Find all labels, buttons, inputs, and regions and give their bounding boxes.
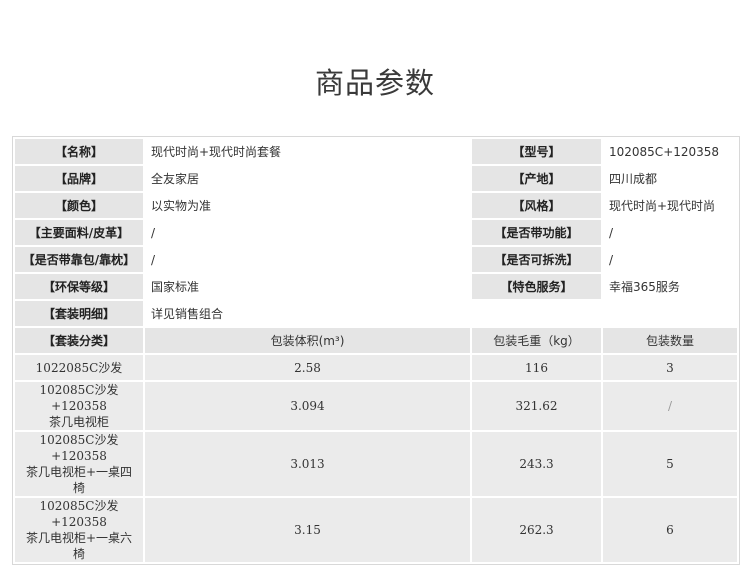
table-row: 1022085C沙发 2.58 116 3 <box>15 355 737 380</box>
spec-value: 全友家居 <box>145 166 470 191</box>
spec-label: 【颜色】 <box>15 193 143 218</box>
spec-label: 【套装明细】 <box>15 301 143 326</box>
qty-cell: 3 <box>603 355 737 380</box>
weight-cell: 321.62 <box>472 382 601 430</box>
set-name-line: 102085C沙发+120358 <box>39 383 119 413</box>
set-name: 102085C沙发+120358 茶几电视柜+一桌六椅 <box>15 498 143 562</box>
set-name: 102085C沙发+120358 茶几电视柜 <box>15 382 143 430</box>
table-row: 102085C沙发+120358 茶几电视柜 3.094 321.62 / <box>15 382 737 430</box>
spec-value: 现代时尚+现代时尚套餐 <box>145 139 470 164</box>
column-header: 包装体积(m³) <box>145 328 470 353</box>
set-name-line: 茶几电视柜+一桌六椅 <box>25 531 133 561</box>
spec-label: 【是否带功能】 <box>472 220 601 245</box>
volume-cell: 2.58 <box>145 355 470 380</box>
set-name-line: 102085C沙发+120358 <box>39 499 119 529</box>
spec-row: 【主要面料/皮革】 / 【是否带功能】 / <box>15 220 737 245</box>
volume-cell: 3.15 <box>145 498 470 562</box>
spec-label: 【主要面料/皮革】 <box>15 220 143 245</box>
set-table-header: 【套装分类】 包装体积(m³) 包装毛重（kg） 包装数量 <box>15 328 737 353</box>
volume-cell: 3.013 <box>145 432 470 496</box>
column-header: 包装数量 <box>603 328 737 353</box>
spec-row: 【环保等级】 国家标准 【特色服务】 幸福365服务 <box>15 274 737 299</box>
qty-cell: / <box>603 382 737 430</box>
set-name: 102085C沙发+120358 茶几电视柜+一桌四椅 <box>15 432 143 496</box>
product-spec-table: 【名称】 现代时尚+现代时尚套餐 【型号】 102085C+120358 【品牌… <box>12 136 740 565</box>
spec-label: 【品牌】 <box>15 166 143 191</box>
set-name: 1022085C沙发 <box>15 355 143 380</box>
set-name-line: 102085C沙发+120358 <box>39 433 119 463</box>
spec-value: 102085C+120358 <box>603 139 737 164</box>
volume-cell: 3.094 <box>145 382 470 430</box>
table-row: 102085C沙发+120358 茶几电视柜+一桌四椅 3.013 243.3 … <box>15 432 737 496</box>
column-header: 【套装分类】 <box>15 328 143 353</box>
spec-value: 详见销售组合 <box>145 301 737 326</box>
spec-value: / <box>603 220 737 245</box>
spec-row: 【是否带靠包/靠枕】 / 【是否可拆洗】 / <box>15 247 737 272</box>
spec-label: 【环保等级】 <box>15 274 143 299</box>
spec-label: 【是否可拆洗】 <box>472 247 601 272</box>
spec-value: 幸福365服务 <box>603 274 737 299</box>
set-name-line: 1022085C沙发 <box>35 360 123 375</box>
set-detail-row: 【套装明细】 详见销售组合 <box>15 301 737 326</box>
page-title: 商品参数 <box>314 66 435 100</box>
weight-cell: 243.3 <box>472 432 601 496</box>
spec-label: 【是否带靠包/靠枕】 <box>15 247 143 272</box>
spec-row: 【品牌】 全友家居 【产地】 四川成都 <box>15 166 737 191</box>
set-name-line: 茶几电视柜 <box>48 415 109 429</box>
spec-label: 【特色服务】 <box>472 274 601 299</box>
table-row: 102085C沙发+120358 茶几电视柜+一桌六椅 3.15 262.3 6 <box>15 498 737 562</box>
set-name-line: 茶几电视柜+一桌四椅 <box>25 465 133 495</box>
weight-cell: 116 <box>472 355 601 380</box>
spec-row: 【名称】 现代时尚+现代时尚套餐 【型号】 102085C+120358 <box>15 139 737 164</box>
spec-value: / <box>603 247 737 272</box>
spec-value: 四川成都 <box>603 166 737 191</box>
spec-value: / <box>145 247 470 272</box>
spec-row: 【颜色】 以实物为准 【风格】 现代时尚+现代时尚 <box>15 193 737 218</box>
spec-label: 【型号】 <box>472 139 601 164</box>
spec-value: 现代时尚+现代时尚 <box>603 193 737 218</box>
column-header: 包装毛重（kg） <box>472 328 601 353</box>
spec-label: 【名称】 <box>15 139 143 164</box>
spec-label: 【产地】 <box>472 166 601 191</box>
spec-label: 【风格】 <box>472 193 601 218</box>
qty-cell: 5 <box>603 432 737 496</box>
weight-cell: 262.3 <box>472 498 601 562</box>
spec-value: / <box>145 220 470 245</box>
spec-value: 国家标准 <box>145 274 470 299</box>
qty-cell: 6 <box>603 498 737 562</box>
spec-value: 以实物为准 <box>145 193 470 218</box>
